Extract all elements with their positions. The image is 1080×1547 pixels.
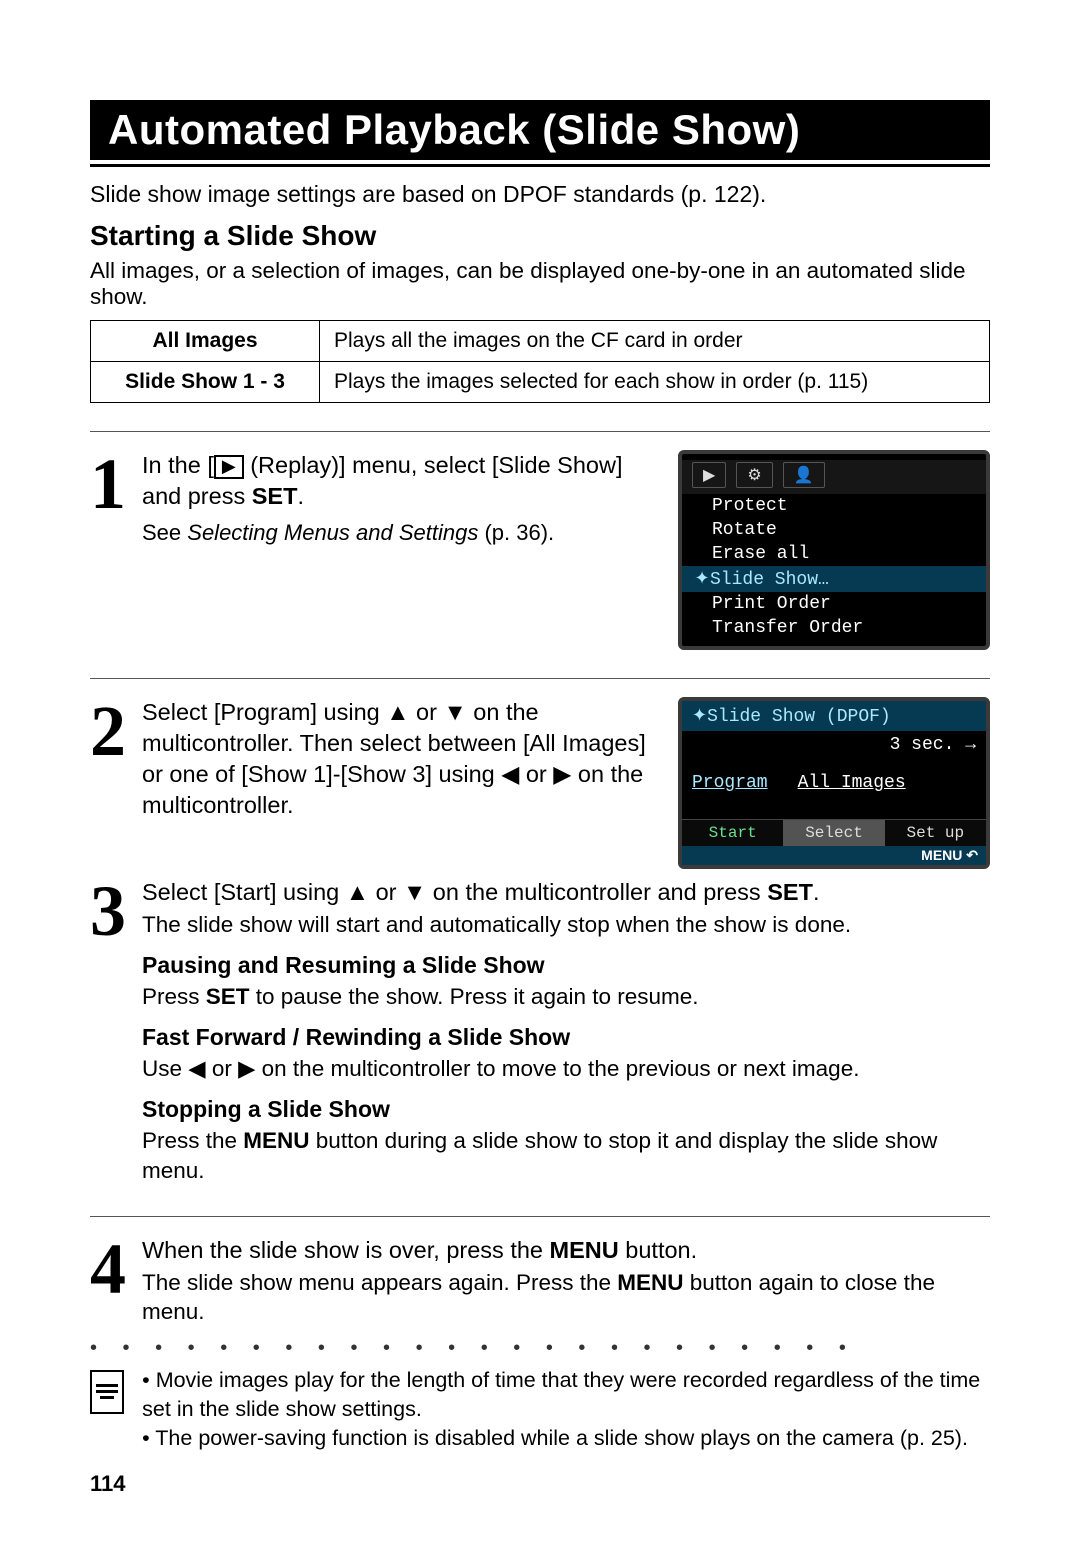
mode-desc: Plays all the images on the CF card in o… [320,321,990,362]
text: Select [Start] using [142,879,346,905]
text: Slide Show… [710,570,829,590]
step3-h1: Pausing and Resuming a Slide Show [142,950,990,980]
text: on the multicontroller to move to the pr… [255,1056,859,1081]
menu-item-rotate: Rotate [682,518,986,542]
selector-icon: ✦ [694,568,710,590]
down-arrow-icon: ▼ [443,699,466,725]
lcd-start: Start [682,820,783,846]
step-number-1: 1 [90,454,126,515]
menu-item-slide-show: ✦Slide Show… [682,566,986,592]
text: or [410,699,444,725]
lcd-menu-label: MENU ↶ [682,846,986,865]
step3-h3: Stopping a Slide Show [142,1094,990,1124]
page-title: Automated Playback (Slide Show) [90,100,990,160]
text: The slide show menu appears again. Press… [142,1270,617,1295]
set-label: SET [206,984,250,1009]
lcd-time: 3 sec. → [682,731,986,769]
menu-item-protect: Protect [682,494,986,518]
text: When the slide show is over, press the [142,1237,550,1263]
step-number-2: 2 [90,701,126,762]
set-label: SET [767,879,813,905]
step1-subtext: See Selecting Menus and Settings (p. 36)… [142,518,658,547]
modes-table: All Images Plays all the images on the C… [90,320,990,403]
set-label: SET [252,483,298,509]
separator [90,1216,990,1217]
table-row: All Images Plays all the images on the C… [91,321,990,362]
step1-title: In the [▶ (Replay)] menu, select [Slide … [142,452,622,509]
menu-label: MENU [243,1128,309,1153]
menu-item-transfer-order: Transfer Order [682,616,986,640]
left-arrow-icon: ◀ [501,761,519,787]
playback-icon: ▶ [214,455,244,479]
step3-p2: Press SET to pause the show. Press it ag… [142,982,990,1012]
mode-label: Slide Show 1 - 3 [91,362,320,403]
left-arrow-icon: ◀ [188,1056,205,1081]
up-arrow-icon: ▲ [386,699,409,725]
text: or [369,879,403,905]
menu-item-print-order: Print Order [682,592,986,616]
text: Press the [142,1128,243,1153]
title-rule [90,164,990,167]
mode-label: All Images [91,321,320,362]
step3-p1: The slide show will start and automatica… [142,910,990,940]
text: See [142,520,187,545]
up-arrow-icon: ▲ [346,879,369,905]
text: on the multicontroller and press [426,879,767,905]
text: or [519,761,553,787]
tab-icon-setup: ⚙ [736,462,772,488]
text: Select [Program] using [142,699,386,725]
menu-item-erase-all: Erase all [682,542,986,566]
step3-h2: Fast Forward / Rewinding a Slide Show [142,1022,990,1052]
text: or [206,1056,239,1081]
lcd-screenshot-replay-menu: ▶ ⚙ 👤 Protect Rotate Erase all ✦Slide Sh… [678,450,990,650]
dotted-rule: • • • • • • • • • • • • • • • • • • • • … [90,1337,990,1360]
right-arrow-icon: ▶ [238,1056,255,1081]
step3-p3: Use ◀ or ▶ on the multicontroller to mov… [142,1054,990,1084]
separator [90,678,990,679]
right-arrow-icon: ▶ [553,761,571,787]
menu-label: MENU [617,1270,683,1295]
mode-desc: Plays the images selected for each show … [320,362,990,403]
lcd-select: Select [783,820,884,846]
text: . [813,879,820,905]
section-lead: All images, or a selection of images, ca… [90,258,990,310]
section-heading: Starting a Slide Show [90,220,990,252]
lcd-all-images: All Images [798,773,906,793]
step4-title: When the slide show is over, press the M… [142,1237,697,1263]
step3-p4: Press the MENU button during a slide sho… [142,1126,990,1185]
step3-title: Select [Start] using ▲ or ▼ on the multi… [142,879,819,905]
note-2: The power-saving function is disabled wh… [142,1424,990,1453]
separator [90,431,990,432]
text: . [297,483,304,509]
text: (p. 36). [478,520,554,545]
lcd-header: Slide Show (DPOF) [707,707,891,727]
text: In the [ [142,452,214,478]
menu-label: MENU [550,1237,619,1263]
note-1: Movie images play for the length of time… [142,1366,990,1424]
step-number-3: 3 [90,881,126,942]
down-arrow-icon: ▼ [403,879,426,905]
selector-icon: ✦ [692,707,707,727]
step-number-4: 4 [90,1239,126,1300]
tab-icon-playback: ▶ [692,462,726,488]
text: to pause the show. Press it again to res… [250,984,699,1009]
tab-icon-mycamera: 👤 [783,462,825,488]
table-row: Slide Show 1 - 3 Plays the images select… [91,362,990,403]
lcd-program: Program [692,773,768,793]
intro-text: Slide show image settings are based on D… [90,181,990,208]
text: Use [142,1056,188,1081]
text: Selecting Menus and Settings [187,520,478,545]
text: Press [142,984,206,1009]
note-icon [90,1370,124,1414]
lcd-setup: Set up [885,820,986,846]
step4-p: The slide show menu appears again. Press… [142,1268,990,1327]
page-number: 114 [90,1471,990,1497]
lcd-screenshot-slideshow-dpof: ✦Slide Show (DPOF) 3 sec. → Program All … [678,697,990,869]
step2-text: Select [Program] using ▲ or ▼ on the mul… [142,697,658,821]
text: button. [619,1237,697,1263]
